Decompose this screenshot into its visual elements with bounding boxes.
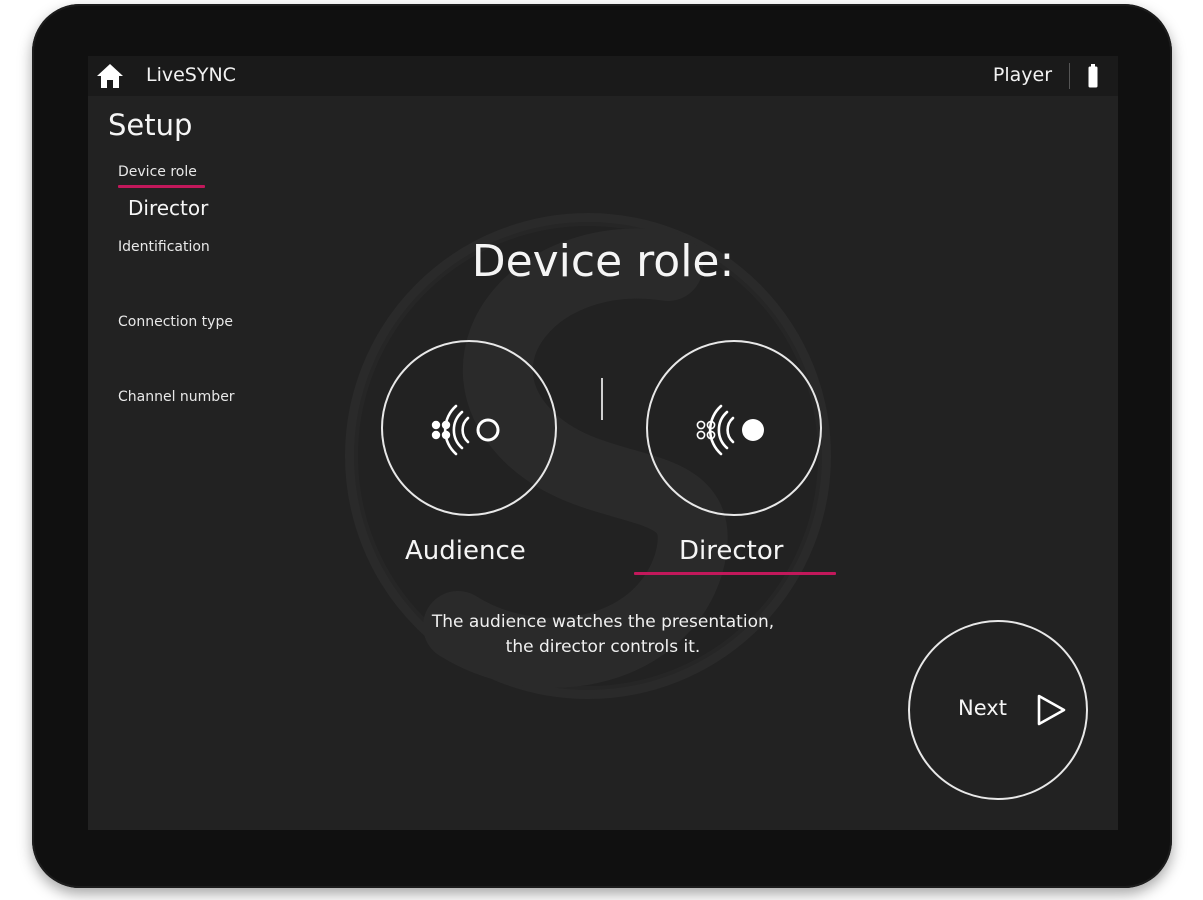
device-role-heading: Device role: — [471, 236, 735, 287]
step-device-role-value: Director — [128, 196, 209, 220]
director-option-button[interactable] — [646, 340, 822, 516]
home-icon[interactable] — [96, 63, 124, 89]
step-device-role[interactable]: Device role — [118, 164, 197, 180]
director-broadcast-icon — [696, 404, 764, 456]
step-channel-number[interactable]: Channel number — [118, 389, 235, 405]
step-connection-type[interactable]: Connection type — [118, 314, 233, 330]
audience-broadcast-icon — [431, 404, 500, 456]
next-button-label: Next — [958, 696, 1007, 720]
player-mode-label[interactable]: Player — [993, 64, 1052, 86]
next-button[interactable]: Next — [908, 620, 1088, 800]
audience-option-button[interactable] — [381, 340, 557, 516]
play-triangle-icon — [1037, 694, 1066, 726]
battery-icon — [1088, 64, 1098, 88]
selected-role-indicator — [634, 572, 836, 575]
audience-option-label[interactable]: Audience — [405, 536, 526, 566]
topbar-divider — [1069, 63, 1070, 89]
director-option-label[interactable]: Director — [679, 536, 783, 566]
app-screen: LiveSYNC Player Setup Device role Direct… — [88, 56, 1118, 830]
active-step-indicator — [118, 185, 205, 188]
app-title: LiveSYNC — [146, 64, 236, 86]
top-bar: LiveSYNC Player — [88, 56, 1118, 96]
setup-title: Setup — [108, 108, 193, 142]
role-divider — [601, 378, 603, 420]
